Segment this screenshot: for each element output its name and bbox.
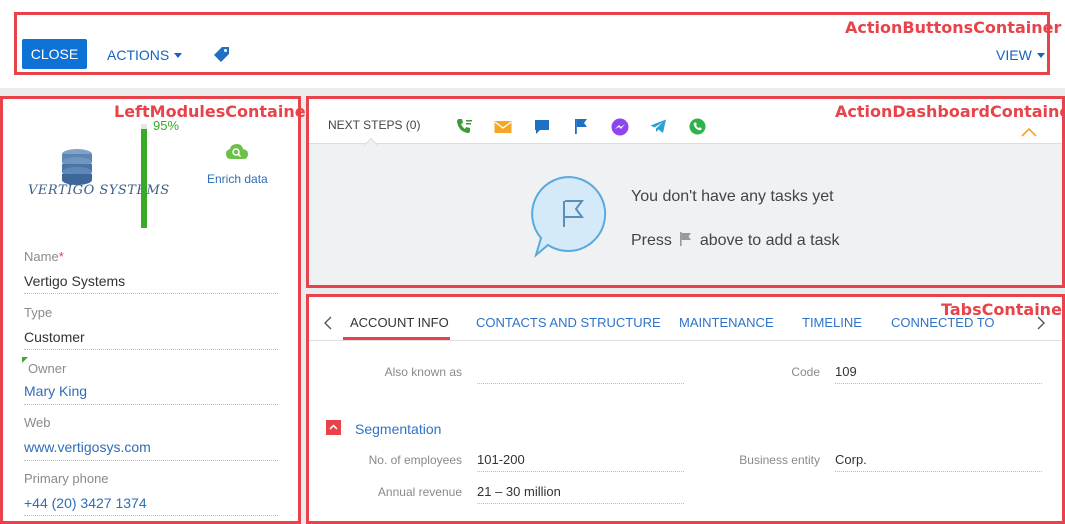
completeness-bar [141, 124, 147, 228]
owner-link[interactable]: Mary King [24, 383, 87, 399]
web-field-label: Web [24, 415, 51, 430]
action-dashboard-outline [306, 96, 1065, 288]
database-logo-icon [58, 146, 96, 186]
web-link[interactable]: www.vertigosys.com [24, 439, 151, 455]
phone-link[interactable]: +44 (20) 3427 1374 [24, 495, 147, 511]
type-field-label: Type [24, 305, 53, 320]
action-dashboard-region-label: ActionDashboardContainer [835, 102, 1065, 121]
owner-field-label: Owner [28, 361, 67, 376]
view-label: VIEW [996, 47, 1032, 63]
name-label-text: Name [24, 249, 59, 264]
divider [24, 404, 278, 405]
divider [24, 515, 278, 516]
close-button[interactable]: CLOSE [22, 39, 87, 69]
chevron-down-icon [174, 53, 183, 58]
divider [24, 460, 278, 461]
actions-label: ACTIONS [107, 47, 170, 63]
phone-field-label: Primary phone [24, 471, 109, 486]
tabs-outline [306, 294, 1065, 524]
completeness-percent: 95% [153, 118, 180, 133]
cloud-search-icon[interactable] [225, 143, 249, 161]
required-marker: * [58, 249, 64, 264]
action-buttons-region-label: ActionButtonsContainer [845, 18, 1062, 37]
name-field-label: Name* [24, 249, 64, 264]
type-field[interactable]: Customer [24, 329, 85, 345]
company-logo-text: VERTIGO SYSTEMS [28, 183, 170, 198]
divider [24, 349, 278, 350]
tabs-region-label: TabsContainer [941, 300, 1065, 319]
enrich-data-link[interactable]: Enrich data [207, 172, 268, 186]
divider [24, 293, 278, 294]
left-modules-region-label: LeftModulesContainer [114, 102, 314, 121]
name-field[interactable]: Vertigo Systems [24, 273, 125, 289]
actions-dropdown[interactable]: ACTIONS [107, 47, 183, 63]
view-dropdown[interactable]: VIEW [996, 47, 1045, 63]
completeness-bar-fill [141, 129, 147, 228]
tag-icon[interactable] [213, 45, 231, 63]
chevron-down-icon [1036, 53, 1045, 58]
